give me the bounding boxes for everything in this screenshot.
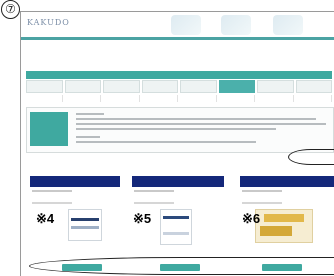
header-divider [21,37,334,40]
annotation-oval-link[interactable] [288,149,334,165]
subtab[interactable] [142,95,178,102]
callout-mark-6: ※6 [242,211,261,226]
subtab[interactable] [257,95,294,102]
bottom-button-3[interactable] [262,264,302,271]
product-image-2[interactable] [160,209,192,245]
column-text-3 [242,190,282,204]
column-text-2 [134,190,174,204]
product-image-3[interactable] [255,209,313,243]
category-bar [26,71,332,79]
product-label-band [260,226,292,236]
header-decoration [221,15,251,35]
panel-text-line [76,113,104,115]
product-label-band [163,232,189,235]
tab-7[interactable] [257,80,294,93]
callout-mark-4: ※4 [36,211,55,226]
subtab[interactable] [180,95,217,102]
bottom-button-1[interactable] [62,264,102,271]
column-button-2[interactable] [132,176,224,187]
column-button-3[interactable] [240,176,334,187]
subtab-row [26,95,332,102]
tab-6-active[interactable] [218,80,255,93]
subtab[interactable] [296,95,332,102]
tab-8[interactable] [295,80,332,93]
step-number-marker: ⑦ [1,0,20,19]
subtab[interactable] [219,95,255,102]
header-decoration [171,15,201,35]
header-decoration [273,15,303,35]
product-label-band [163,216,189,219]
product-label-band [264,214,304,222]
product-label-band [71,226,99,229]
column-text-1 [32,190,72,204]
tab-3[interactable] [103,80,140,93]
panel-text-line [76,118,316,120]
bottom-button-2[interactable] [160,264,200,271]
site-logo[interactable]: KAKUDO [27,18,70,27]
tab-5[interactable] [180,80,217,93]
category-thumbnail [30,112,68,146]
site-header: KAKUDO [21,12,334,36]
panel-text-line [76,123,326,125]
product-info-panel [26,107,334,153]
panel-text-line [76,141,256,143]
subtab[interactable] [65,95,101,102]
tab-2[interactable] [64,80,101,93]
category-tabs [26,80,332,93]
subtab[interactable] [103,95,140,102]
column-button-1[interactable] [30,176,120,187]
panel-text-line [76,136,100,138]
tab-4[interactable] [141,80,178,93]
callout-mark-5: ※5 [133,211,152,226]
product-image-1[interactable] [68,209,102,241]
panel-text-line [76,128,276,130]
subtab[interactable] [26,95,63,102]
tab-1[interactable] [26,80,63,93]
product-label-band [71,218,99,221]
